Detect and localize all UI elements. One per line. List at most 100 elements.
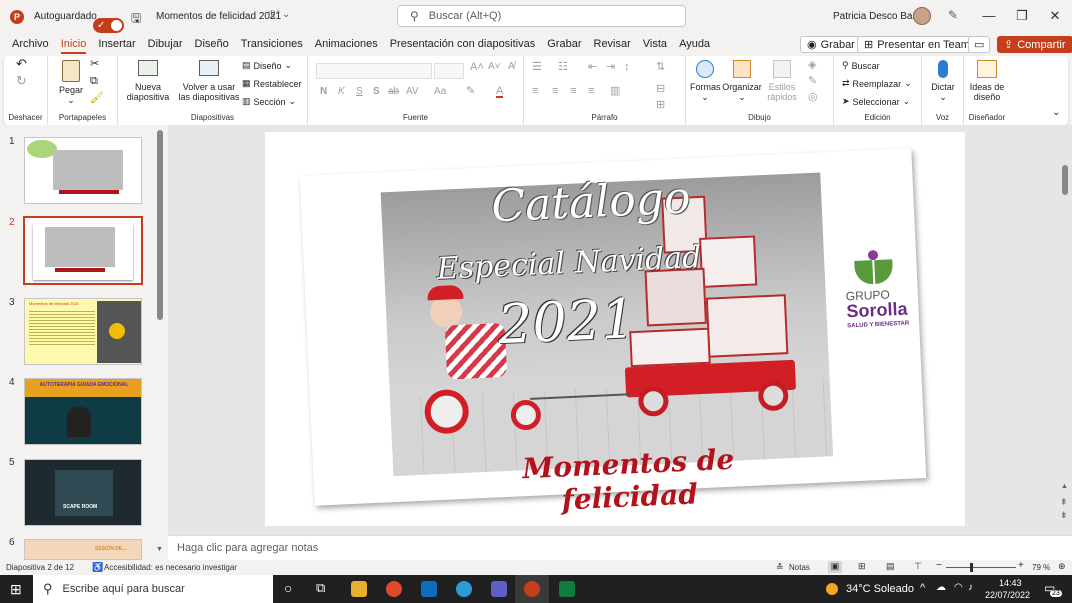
slide-thumbnail-3[interactable]: Momentos de felicidad 2021 (24, 298, 142, 365)
close-icon[interactable]: ✕ (1046, 8, 1064, 24)
thumbnails-scrollbar[interactable]: ▼ (156, 128, 163, 556)
bold-button[interactable]: N (320, 87, 327, 97)
redo-icon[interactable]: ↻ (16, 74, 27, 87)
sensitivity-icon[interactable]: ℛ° (268, 10, 280, 21)
shapes-button[interactable]: Formas ⌄ (690, 60, 721, 102)
reading-view-icon[interactable]: ▤ (886, 561, 895, 572)
document-title[interactable]: Momentos de felicidad 2021 (156, 11, 281, 22)
volume-icon[interactable]: ♪ (968, 582, 973, 593)
wifi-icon[interactable]: ◠ (954, 582, 963, 593)
accessibility-icon[interactable]: ♿ (92, 562, 103, 573)
present-teams-button[interactable]: ⊞ Presentar en Teams (857, 36, 983, 53)
tab-presentacion[interactable]: Presentación con diapositivas (384, 33, 542, 56)
search-box[interactable]: ⚲ Buscar (Alt+Q) (397, 5, 686, 27)
section-button[interactable]: ▥ Sección ⌄ (242, 96, 296, 107)
slide-sorter-icon[interactable]: ⊞ (858, 561, 866, 572)
slide-thumbnail-2[interactable] (23, 216, 143, 285)
reuse-slides-button[interactable]: Volver a usar las diapositivas (178, 60, 240, 102)
dictate-button[interactable]: Dictar ⌄ (928, 60, 958, 102)
zoom-in-icon[interactable]: + (1018, 560, 1024, 571)
quick-styles-button[interactable]: Estilos rápidos (764, 60, 800, 102)
cortana-icon[interactable]: ○ (284, 580, 292, 596)
underline-button[interactable]: S (356, 87, 363, 97)
text-direction-icon[interactable]: ⇅ (656, 62, 665, 73)
columns-icon[interactable]: ▥ (610, 86, 620, 97)
catalog-card[interactable]: Catálogo Especial Navidad 2021 Momentos … (299, 148, 927, 516)
chevron-down-icon[interactable]: ⌄ (282, 9, 290, 20)
taskbar-search[interactable]: ⚲ Escribe aquí para buscar (33, 575, 273, 603)
select-button[interactable]: ➤ Seleccionar ⌄ (842, 96, 910, 107)
zoom-out-icon[interactable]: − (936, 560, 942, 571)
paste-button[interactable]: Pegar ⌄ (56, 60, 86, 105)
excel-icon[interactable] (559, 581, 575, 597)
minimize-icon[interactable]: — (980, 8, 998, 23)
tab-insertar[interactable]: Insertar (92, 33, 141, 56)
shape-effects-icon[interactable]: ◎ (808, 92, 818, 103)
align-right-icon[interactable]: ≡ (570, 86, 576, 97)
tab-inicio[interactable]: Inicio (55, 33, 93, 56)
slide-thumbnail-5[interactable]: SCAPE ROOM (24, 459, 142, 526)
smartart-icon[interactable]: ⊞ (656, 100, 665, 111)
change-case-button[interactable]: Aa (434, 87, 446, 97)
scroll-up-icon[interactable]: ▲ (1061, 483, 1068, 490)
undo-icon[interactable]: ↶ (16, 57, 27, 70)
share-button[interactable]: ⇪ Compartir (997, 36, 1072, 53)
align-left-icon[interactable]: ≡ (532, 86, 538, 97)
fit-slide-icon[interactable]: ⊕ (1058, 561, 1066, 572)
normal-view-icon[interactable]: ▣ (828, 561, 842, 573)
chevron-up-icon[interactable]: ^ (920, 582, 925, 594)
zoom-slider[interactable] (946, 567, 1016, 568)
slide-canvas[interactable]: Catálogo Especial Navidad 2021 Momentos … (265, 132, 965, 526)
format-painter-icon[interactable]: 🖌 (90, 93, 104, 104)
task-view-icon[interactable]: ⧉ (316, 580, 325, 596)
numbering-icon[interactable]: ☷ (558, 62, 568, 73)
align-center-icon[interactable]: ≡ (552, 86, 558, 97)
copy-icon[interactable]: ⧉ (90, 76, 98, 87)
shrink-font-icon[interactable]: A˅ (488, 62, 501, 72)
tab-dibujar[interactable]: Dibujar (142, 33, 189, 56)
cut-icon[interactable]: ✂ (90, 59, 99, 70)
scrollbar-thumb[interactable] (157, 130, 163, 320)
weather[interactable]: 34°C Soleado (846, 583, 914, 595)
save-icon[interactable]: 🖫 (131, 9, 141, 30)
notes-icon[interactable]: ≛ (776, 562, 784, 573)
clear-format-icon[interactable]: A̸ (508, 62, 515, 72)
arrange-button[interactable]: Organizar ⌄ (722, 60, 762, 102)
tab-vista[interactable]: Vista (637, 33, 673, 56)
notes-pane[interactable]: Haga clic para agregar notas (168, 535, 1072, 560)
prev-slide-icon[interactable]: ⇞ (1060, 497, 1068, 508)
pen-icon[interactable]: ✎ (948, 8, 958, 22)
slide-thumbnail-4[interactable]: AUTOTERAPIA GUIADA EMOCIONAL (24, 378, 142, 445)
teams-icon[interactable] (491, 581, 507, 597)
replace-button[interactable]: ⇄ Reemplazar ⌄ (842, 78, 912, 89)
comments-button[interactable]: ▭ (968, 36, 991, 53)
collapse-ribbon-icon[interactable]: ⌄ (1052, 108, 1060, 118)
strikethrough-button[interactable]: ab (388, 87, 399, 97)
tab-revisar[interactable]: Revisar (588, 33, 637, 56)
slide-thumbnail-1[interactable] (24, 137, 142, 204)
tab-grabar[interactable]: Grabar (541, 33, 587, 56)
shape-outline-icon[interactable]: ✎ (808, 76, 817, 87)
tab-diseno[interactable]: Diseño (189, 33, 235, 56)
slide-count[interactable]: Diapositiva 2 de 12 (6, 563, 74, 572)
design-ideas-button[interactable]: Ideas de diseño (966, 60, 1008, 102)
chrome-icon[interactable] (386, 581, 402, 597)
avatar[interactable] (913, 7, 931, 25)
tab-animaciones[interactable]: Animaciones (309, 33, 384, 56)
autosave-toggle[interactable]: ✓ (93, 18, 124, 33)
font-size-select[interactable] (434, 63, 464, 79)
onedrive-icon[interactable]: ☁ (936, 582, 946, 593)
accessibility-status[interactable]: Accesibilidad: es necesario investigar (104, 563, 237, 572)
increase-indent-icon[interactable]: ⇥ (606, 62, 615, 73)
notes-toggle[interactable]: Notas (789, 563, 810, 572)
slide-thumbnail-6[interactable]: SESIÓN DE... (24, 539, 142, 560)
clock-time[interactable]: 14:43 (999, 578, 1022, 588)
user-name[interactable]: Patricia Desco Baño (833, 11, 924, 22)
justify-icon[interactable]: ≡ (588, 86, 594, 97)
font-color-icon[interactable]: A (496, 86, 504, 98)
font-family-select[interactable] (316, 63, 432, 79)
reset-button[interactable]: ▦ Restablecer (242, 78, 302, 89)
outlook-icon[interactable] (421, 581, 437, 597)
grow-font-icon[interactable]: A˄ (470, 62, 484, 73)
scroll-down-icon[interactable]: ▼ (156, 546, 163, 553)
